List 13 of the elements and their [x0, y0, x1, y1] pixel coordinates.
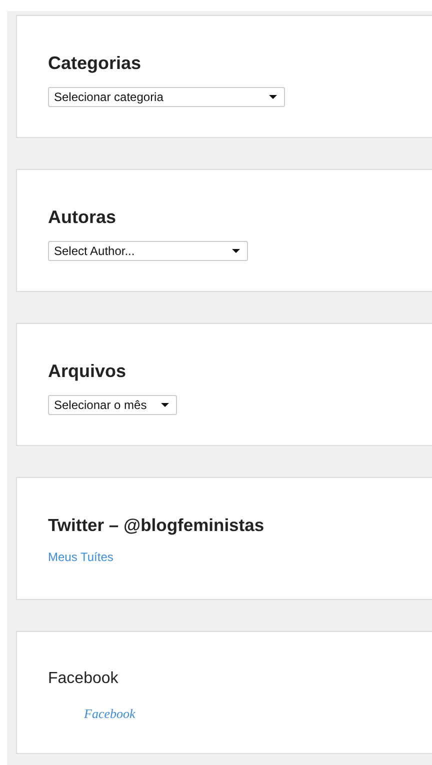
dropdown[interactable]: Select Author...	[48, 241, 248, 261]
caret-icon	[161, 403, 169, 407]
widget-title: Arquivos	[48, 360, 128, 382]
caret-icon	[269, 95, 277, 99]
widget-title: Facebook	[48, 669, 120, 689]
widget-title: Twitter – @blogfeministas	[48, 514, 266, 536]
widget-title: Autoras	[48, 206, 118, 228]
caret-icon	[232, 249, 240, 253]
facebook-link[interactable]: Facebook	[84, 706, 136, 722]
tweets-link[interactable]: Meus Tuítes	[48, 550, 114, 564]
widget-title: Categorias	[48, 52, 142, 74]
dropdown[interactable]: Selecionar categoria	[48, 87, 285, 107]
dropdown[interactable]: Selecionar o mês	[48, 395, 177, 415]
